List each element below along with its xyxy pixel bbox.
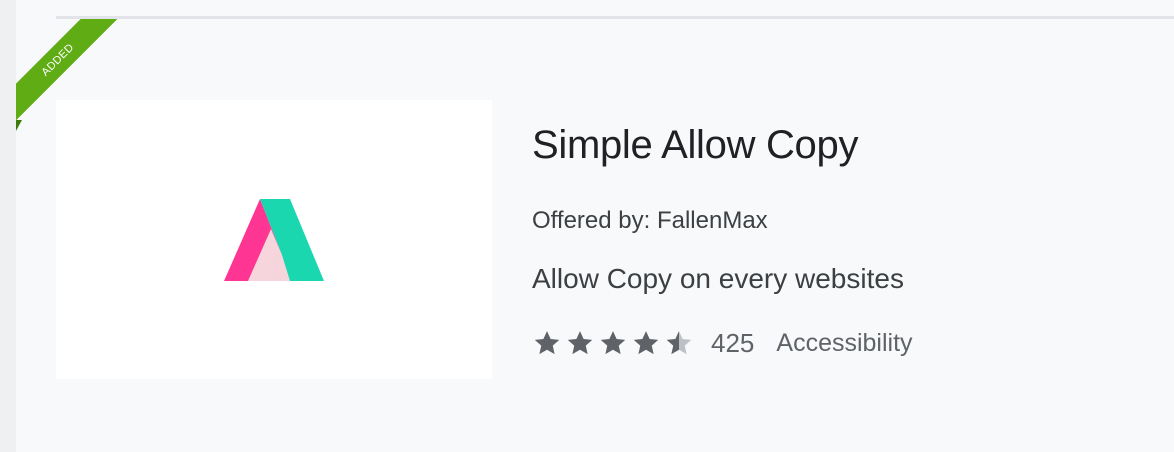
ribbon-fold — [16, 120, 22, 131]
extension-title: Simple Allow Copy — [532, 123, 859, 167]
rating-count[interactable]: 425 — [711, 328, 754, 359]
category-link[interactable]: Accessibility — [776, 329, 912, 358]
extension-description: Allow Copy on every websites — [532, 263, 904, 294]
extension-header-card: ADDED Simple Allow Copy Offered by: Fall… — [16, 19, 1174, 452]
half-star-icon — [664, 328, 697, 358]
extension-logo — [56, 100, 492, 379]
star-icon — [598, 328, 631, 358]
offered-by[interactable]: Offered by: FallenMax — [532, 207, 768, 235]
star-icon — [631, 328, 664, 358]
rating-stars[interactable] — [532, 328, 697, 358]
rating-row: 425 Accessibility — [532, 326, 913, 360]
mountain-logo-icon — [224, 199, 324, 281]
star-icon — [565, 328, 598, 358]
star-icon — [532, 328, 565, 358]
left-rail — [0, 0, 16, 452]
